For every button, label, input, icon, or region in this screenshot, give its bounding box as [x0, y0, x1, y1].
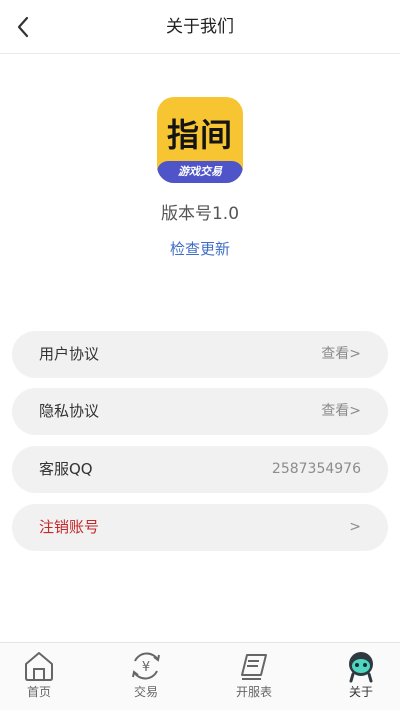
delete-account-row[interactable]: 注销账号 >: [12, 504, 388, 551]
tab-label: 首页: [26, 685, 51, 699]
row-value: 查看>: [321, 346, 361, 362]
app-logo: 指间 游戏交易: [157, 97, 243, 183]
about-icon: [349, 652, 373, 683]
svg-text:¥: ¥: [142, 660, 150, 675]
customer-service-qq-row[interactable]: 客服QQ 2587354976: [12, 446, 388, 493]
chevron-right-icon: >: [349, 519, 361, 535]
tab-label: 开服表: [235, 685, 272, 699]
bottom-tab-bar: 首页 ¥ 交易 开服表 关于: [0, 642, 400, 710]
server-list-icon: [241, 654, 267, 680]
home-icon: [25, 652, 53, 681]
logo-band-text: 游戏交易: [157, 161, 243, 183]
tab-about[interactable]: 关于: [311, 643, 400, 710]
tab-trade[interactable]: ¥ 交易: [96, 643, 196, 710]
row-label: 隐私协议: [39, 402, 100, 420]
check-update-link[interactable]: 检查更新: [0, 238, 400, 259]
privacy-policy-row[interactable]: 隐私协议 查看>: [12, 388, 388, 435]
tab-label: 关于: [348, 685, 373, 699]
trade-icon: ¥: [132, 652, 160, 680]
qq-number: 2587354976: [271, 461, 361, 477]
tab-label: 交易: [133, 685, 158, 699]
app-screen: 关于我们 指间 游戏交易 版本号1.0 检查更新 用户协议 查看> 隐私协议 查…: [0, 0, 400, 710]
row-label: 注销账号: [39, 518, 100, 536]
row-value: 查看>: [321, 403, 361, 419]
page-title: 关于我们: [166, 17, 234, 37]
tab-home[interactable]: 首页: [0, 643, 89, 710]
row-label: 客服QQ: [39, 460, 93, 478]
logo-main-text: 指间: [166, 116, 233, 154]
user-agreement-row[interactable]: 用户协议 查看>: [12, 331, 388, 378]
tab-server-list[interactable]: 开服表: [204, 643, 304, 710]
version-text: 版本号1.0: [160, 204, 240, 224]
header-bar: 关于我们: [0, 0, 400, 54]
row-label: 用户协议: [39, 345, 100, 363]
